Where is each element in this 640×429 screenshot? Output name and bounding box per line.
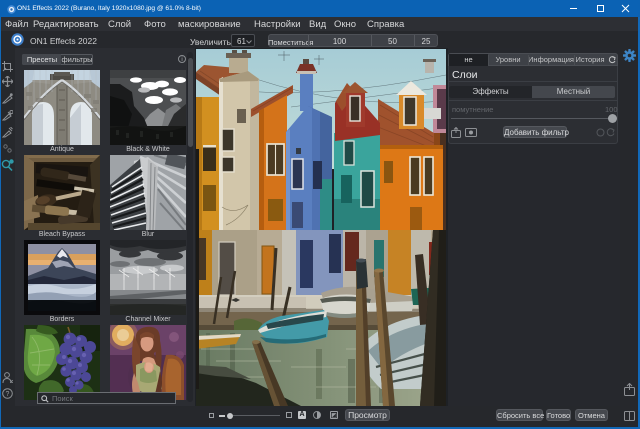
svg-text:?: ? (6, 391, 10, 398)
